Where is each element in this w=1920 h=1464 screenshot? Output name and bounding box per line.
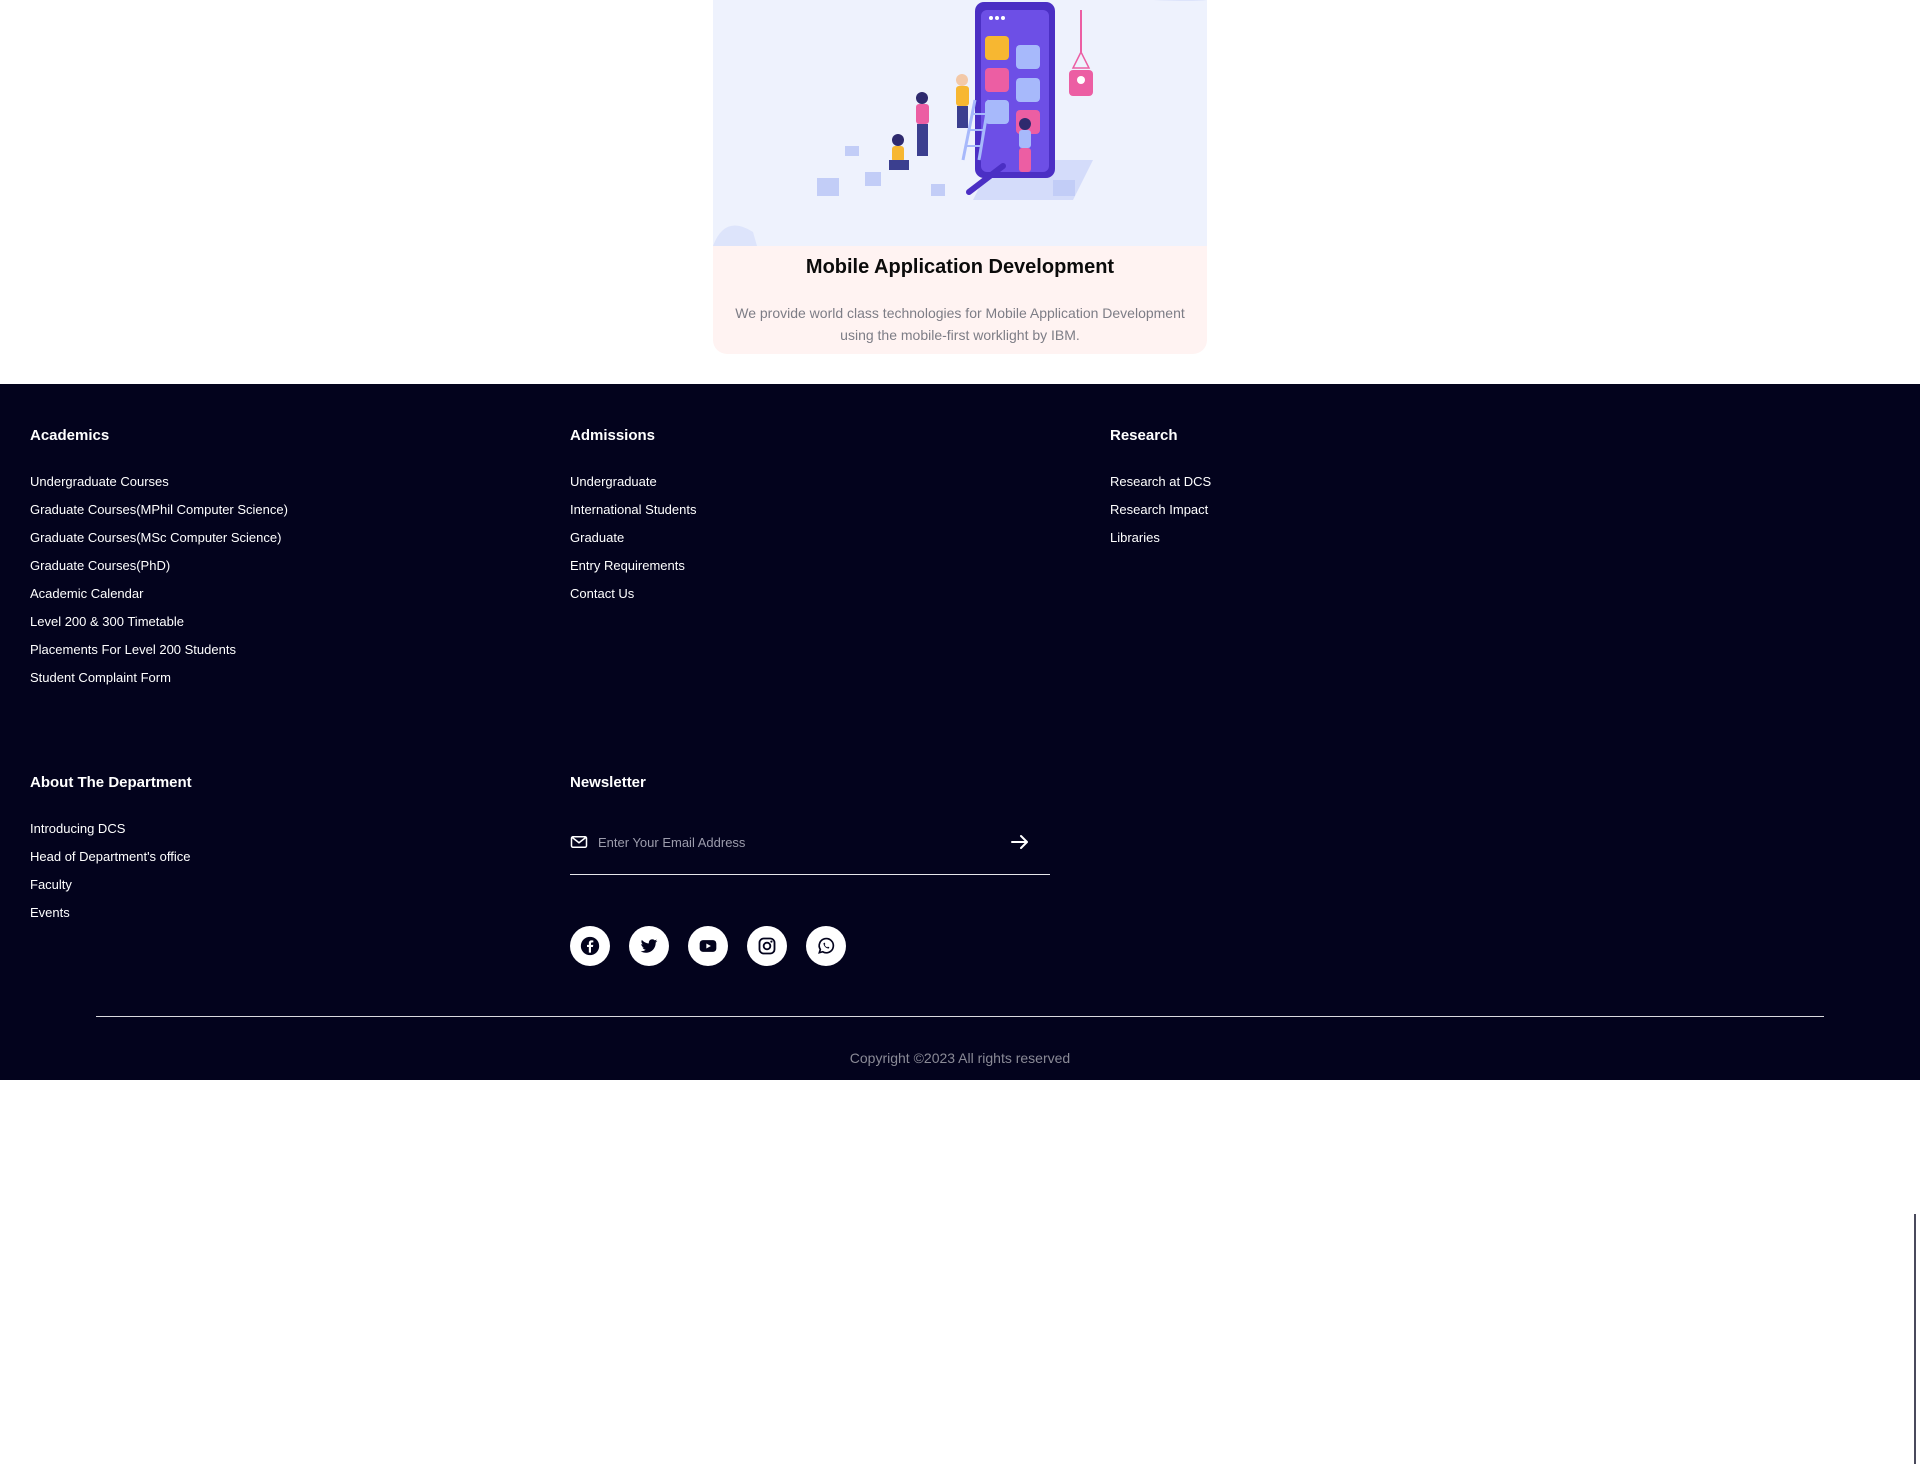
footer-divider: [96, 1016, 1824, 1017]
footer-link-timetable[interactable]: Level 200 & 300 Timetable: [30, 608, 288, 636]
footer-link-undergraduate-courses[interactable]: Undergraduate Courses: [30, 468, 288, 496]
footer-link-international-students[interactable]: International Students: [570, 496, 696, 524]
footer-link-entry-requirements[interactable]: Entry Requirements: [570, 552, 696, 580]
whatsapp-icon: [818, 937, 835, 954]
footer-link-research-impact[interactable]: Research Impact: [1110, 496, 1211, 524]
footer-link-contact-us[interactable]: Contact Us: [570, 580, 696, 608]
research-links: Research at DCS Research Impact Librarie…: [1110, 468, 1211, 552]
page-top-section: Mobile Application Development We provid…: [0, 0, 1920, 384]
footer-link-msc-courses[interactable]: Graduate Courses(MSc Computer Science): [30, 524, 288, 552]
newsletter-email-input[interactable]: [598, 828, 998, 856]
facebook-icon: [580, 936, 600, 956]
card-description: We provide world class technologies for …: [735, 305, 1185, 343]
youtube-link[interactable]: [688, 926, 728, 966]
research-heading: Research: [1110, 427, 1178, 444]
newsletter-heading: Newsletter: [570, 774, 646, 791]
footer-link-introducing-dcs[interactable]: Introducing DCS: [30, 815, 191, 843]
footer-link-graduate[interactable]: Graduate: [570, 524, 696, 552]
footer-link-mphil-courses[interactable]: Graduate Courses(MPhil Computer Science): [30, 496, 288, 524]
service-card[interactable]: Mobile Application Development We provid…: [713, 0, 1207, 354]
admissions-heading: Admissions: [570, 427, 656, 444]
footer-link-hod-office[interactable]: Head of Department's office: [30, 843, 191, 871]
mobile-development-illustration: [713, 0, 1207, 246]
footer-column-about: About The Department Introducing DCS Hea…: [30, 774, 192, 920]
mobile-app-illustration-svg: [713, 0, 1207, 246]
twitter-icon: [640, 939, 658, 953]
footer-link-faculty[interactable]: Faculty: [30, 871, 191, 899]
footer-link-phd-courses[interactable]: Graduate Courses(PhD): [30, 552, 288, 580]
footer-column-academics: Academics Undergraduate Courses Graduate…: [30, 427, 288, 685]
academics-links: Undergraduate Courses Graduate Courses(M…: [30, 468, 288, 692]
footer-link-academic-calendar[interactable]: Academic Calendar: [30, 580, 288, 608]
copyright-text: Copyright ©2023 All rights reserved: [849, 1050, 1071, 1066]
footer-column-newsletter: Newsletter: [570, 774, 646, 791]
admissions-links: Undergraduate International Students Gra…: [570, 468, 696, 608]
arrow-right-icon[interactable]: [1008, 830, 1032, 854]
footer-link-complaint-form[interactable]: Student Complaint Form: [30, 664, 288, 692]
footer-column-research: Research Research at DCS Research Impact…: [1110, 427, 1211, 545]
whatsapp-link[interactable]: [806, 926, 846, 966]
envelope-icon: [570, 836, 588, 848]
footer-link-undergraduate[interactable]: Undergraduate: [570, 468, 696, 496]
academics-heading: Academics: [30, 427, 110, 444]
footer-link-research-at-dcs[interactable]: Research at DCS: [1110, 468, 1211, 496]
footer-link-libraries[interactable]: Libraries: [1110, 524, 1211, 552]
card-title: Mobile Application Development: [805, 256, 1115, 278]
page-scrollbar[interactable]: [1914, 1214, 1916, 1464]
facebook-link[interactable]: [570, 926, 610, 966]
instagram-icon: [758, 937, 776, 955]
footer-link-placements[interactable]: Placements For Level 200 Students: [30, 636, 288, 664]
newsletter-form: [570, 822, 1050, 875]
about-heading: About The Department: [30, 774, 192, 791]
about-links: Introducing DCS Head of Department's off…: [30, 815, 191, 927]
footer-column-admissions: Admissions Undergraduate International S…: [570, 427, 696, 601]
footer-link-events[interactable]: Events: [30, 899, 191, 927]
instagram-link[interactable]: [747, 926, 787, 966]
twitter-link[interactable]: [629, 926, 669, 966]
site-footer: Academics Undergraduate Courses Graduate…: [0, 384, 1920, 1464]
youtube-icon: [699, 940, 717, 952]
